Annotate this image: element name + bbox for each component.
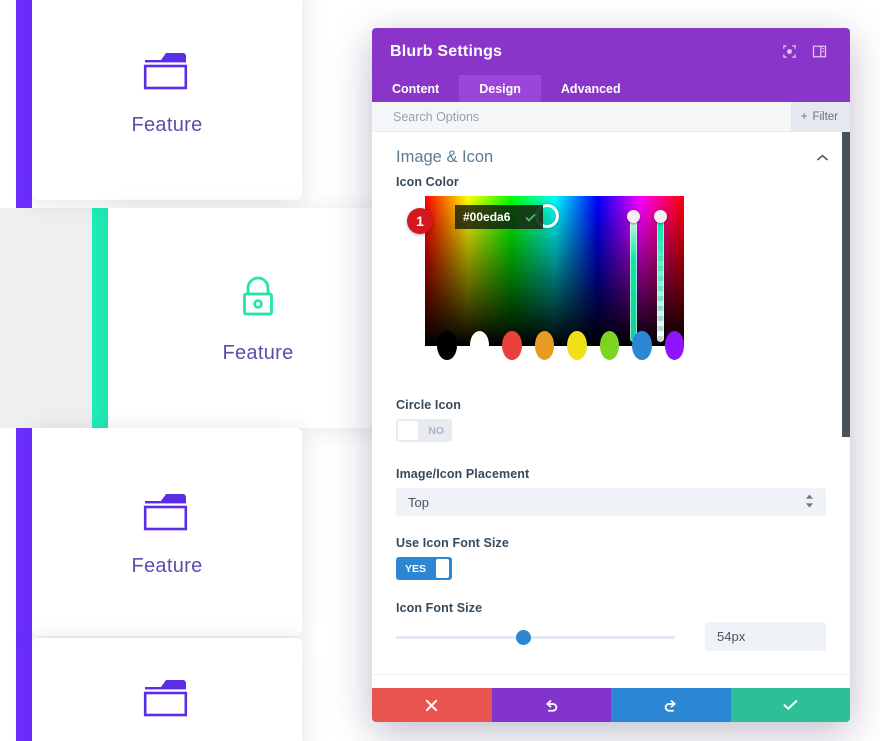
hue-slider[interactable] <box>627 210 640 344</box>
section-text-header[interactable]: Text <box>372 674 850 688</box>
scrollbar[interactable] <box>842 132 850 437</box>
circle-icon-label: Circle Icon <box>396 398 462 412</box>
lock-icon <box>235 272 281 322</box>
step-badge: 1 <box>407 208 433 234</box>
placement-label: Image/Icon Placement <box>396 467 530 481</box>
preview-icon[interactable] <box>776 39 802 65</box>
color-swatch[interactable] <box>632 331 652 360</box>
color-swatch-row <box>425 331 684 360</box>
modal-tabs: Content Design Advanced <box>372 75 850 102</box>
color-picker: 1 <box>396 196 826 360</box>
use-icon-font-size-label: Use Icon Font Size <box>396 536 509 550</box>
redo-button[interactable] <box>611 688 731 722</box>
opacity-slider-knob[interactable] <box>654 210 667 223</box>
section-title: Image & Icon <box>396 148 494 166</box>
feature-card-label: Feature <box>222 341 294 364</box>
chevron-updown-icon <box>805 494 814 510</box>
icon-color-field: Icon Color 1 <box>372 175 850 360</box>
circle-icon-toggle[interactable]: NO <box>396 419 452 442</box>
color-gradient-area[interactable] <box>425 196 684 346</box>
color-swatch[interactable] <box>437 331 457 360</box>
modal-titlebar: Blurb Settings <box>372 28 850 75</box>
folder-icon <box>139 46 195 94</box>
slider-rail <box>396 635 675 639</box>
page-title: Blurb Settings <box>390 42 503 60</box>
teal-accent-bar <box>92 208 108 428</box>
color-swatch[interactable] <box>534 331 554 360</box>
color-swatch[interactable] <box>502 331 522 360</box>
slider-knob[interactable] <box>515 629 531 645</box>
feature-card[interactable]: Feature <box>108 208 408 428</box>
color-swatch[interactable] <box>599 331 619 360</box>
left-accent-bar-bottom <box>16 420 32 741</box>
layout-icon[interactable] <box>806 39 832 65</box>
folder-icon <box>139 487 195 535</box>
save-button[interactable] <box>730 688 850 722</box>
tab-design[interactable]: Design <box>459 75 541 102</box>
circle-icon-toggle-state: NO <box>428 424 444 437</box>
plus-icon: + <box>800 110 808 123</box>
cancel-button[interactable] <box>372 688 492 722</box>
modal-footer <box>372 688 850 722</box>
hex-input-group <box>455 205 543 229</box>
feature-card[interactable]: Feature <box>32 428 302 636</box>
icon-font-size-slider[interactable] <box>396 626 675 648</box>
section-image-icon-header[interactable]: Image & Icon <box>372 132 850 175</box>
opacity-slider-track <box>657 220 664 342</box>
feature-card-label: Feature <box>131 554 203 577</box>
folder-icon <box>139 673 195 721</box>
feature-card[interactable]: Feature <box>32 0 302 200</box>
filter-button[interactable]: + Filter <box>790 101 850 132</box>
blurb-settings-modal: Blurb Settings Content Design Advanced S… <box>372 28 850 722</box>
feature-card[interactable] <box>32 638 302 741</box>
chevron-up-icon[interactable] <box>816 150 829 165</box>
circle-icon-field: Circle Icon NO <box>372 398 850 445</box>
opacity-slider[interactable] <box>654 210 667 344</box>
feature-card-label: Feature <box>131 113 203 136</box>
filter-button-label: Filter <box>812 110 838 123</box>
color-swatch[interactable] <box>567 331 587 360</box>
color-swatch[interactable] <box>664 331 684 360</box>
search-bar: + Filter <box>372 101 850 132</box>
left-accent-bar-top <box>16 0 32 208</box>
icon-color-label: Icon Color <box>396 175 459 189</box>
icon-font-size-row: 54px <box>396 622 826 651</box>
modal-body: Image & Icon Icon Color 1 #00eda6 Circle… <box>372 132 850 688</box>
icon-font-size-label: Icon Font Size <box>396 601 483 615</box>
use-icon-font-size-toggle-state: YES <box>405 562 427 575</box>
icon-font-size-value[interactable]: 54px <box>705 622 826 651</box>
use-icon-font-size-field: Use Icon Font Size YES <box>372 536 850 580</box>
use-icon-font-size-toggle[interactable]: YES <box>396 557 452 580</box>
hex-input[interactable] <box>455 210 518 224</box>
placement-selected-value: Top <box>408 494 429 510</box>
placement-field: Image/Icon Placement Top <box>372 467 850 516</box>
toggle-knob <box>436 559 449 578</box>
confirm-color-button[interactable] <box>518 205 543 229</box>
tab-content[interactable]: Content <box>372 75 459 102</box>
undo-button[interactable] <box>491 688 611 722</box>
placement-select[interactable]: Top <box>396 488 826 516</box>
color-swatch[interactable] <box>469 331 489 360</box>
hue-slider-knob[interactable] <box>627 210 640 223</box>
icon-font-size-field: Icon Font Size 54px <box>372 601 850 651</box>
toggle-knob <box>398 421 419 440</box>
hue-slider-track <box>630 220 637 342</box>
search-input[interactable] <box>393 109 791 124</box>
tab-advanced[interactable]: Advanced <box>541 75 641 102</box>
